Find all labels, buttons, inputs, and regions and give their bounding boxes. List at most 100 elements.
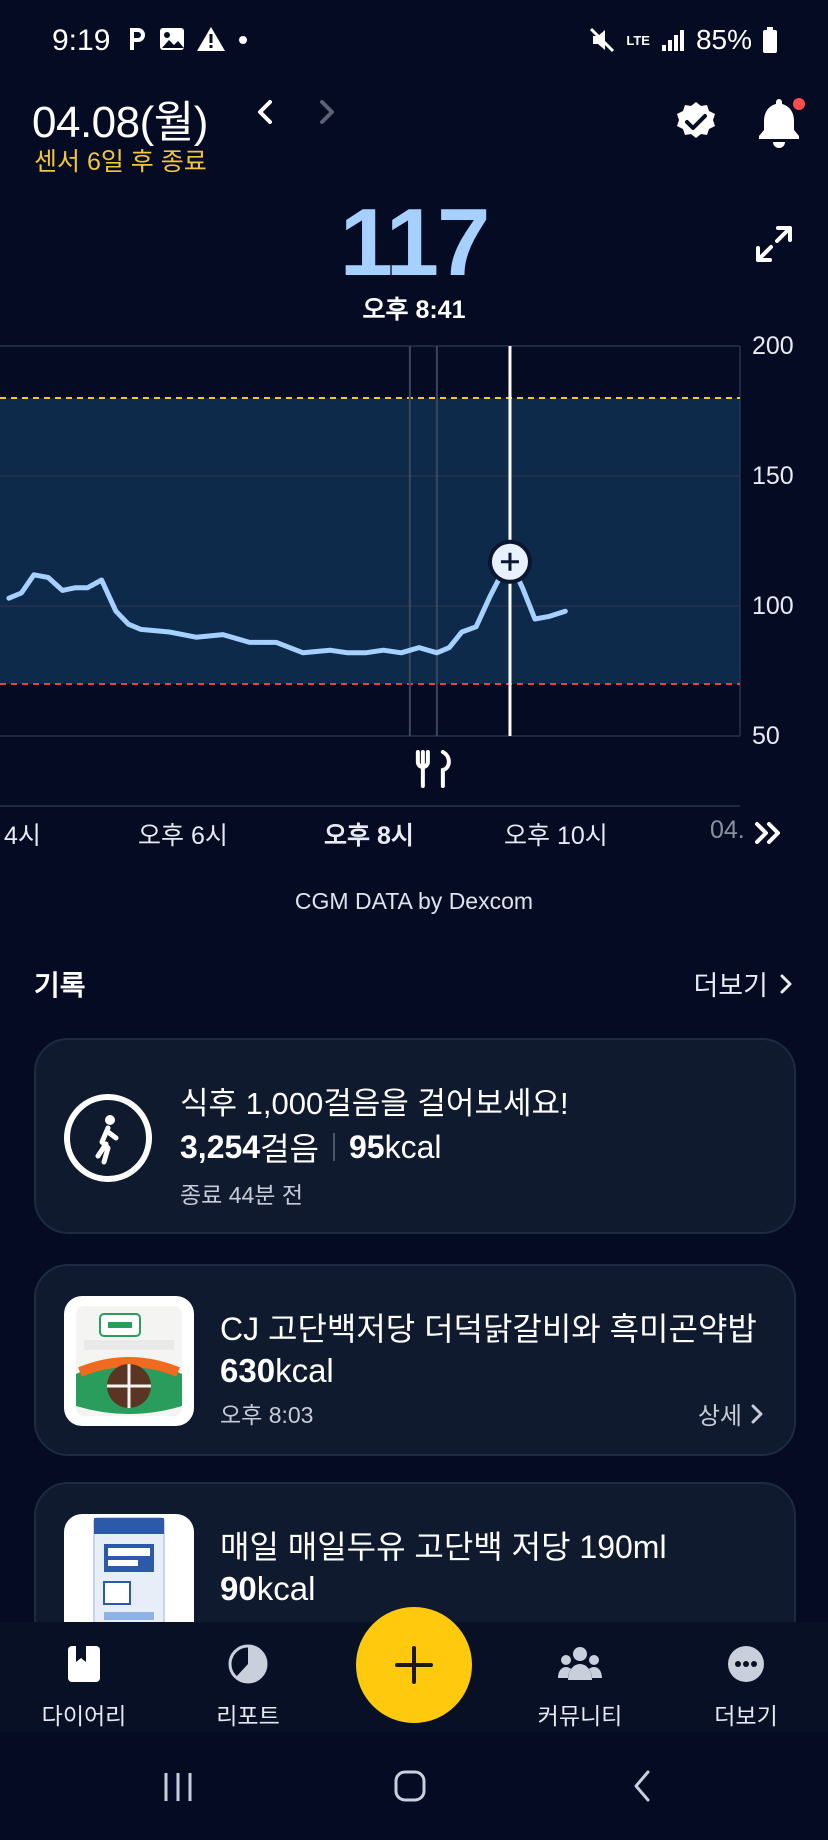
glucose-point — [46, 575, 50, 579]
glucose-point — [460, 630, 464, 634]
scroll-to-latest-icon[interactable] — [752, 818, 786, 848]
glucose-point — [114, 609, 118, 613]
glucose-point — [533, 617, 537, 621]
glucose-point — [488, 594, 492, 598]
glucose-point — [100, 578, 104, 582]
glucose-point — [32, 573, 36, 577]
y-tick-label: 50 — [752, 722, 780, 750]
food-kcal-unit: kcal — [275, 1352, 334, 1389]
glucose-chart[interactable] — [0, 330, 828, 870]
nav-report[interactable]: 리포트 — [178, 1644, 318, 1731]
walking-icon — [64, 1094, 152, 1182]
glucose-point — [60, 588, 64, 592]
food-kcal-unit: kcal — [256, 1570, 316, 1607]
x-tick-label: 오후 6시 — [138, 822, 228, 850]
glucose-point — [248, 640, 252, 644]
glucose-point — [474, 625, 478, 629]
nav-community[interactable]: 커뮤니티 — [510, 1644, 650, 1731]
food-kcal-value: 90 — [220, 1570, 257, 1607]
food-time: 오후 8:03 — [220, 1402, 314, 1428]
glucose-point — [274, 640, 278, 644]
glucose-point — [73, 586, 77, 590]
battery-icon — [763, 27, 777, 53]
glucose-point — [19, 591, 23, 595]
glucose-point — [167, 630, 171, 634]
glucose-point — [364, 651, 368, 655]
knife-icon — [440, 750, 451, 788]
plus-icon — [395, 1646, 433, 1684]
glucose-point — [520, 586, 524, 590]
lte-label: LTE — [626, 32, 650, 48]
glucose-point — [194, 635, 198, 639]
walk-kcal-unit: kcal — [384, 1128, 442, 1165]
food-name: CJ 고단백저당 더덕닭갈비와 흑미곤약밥 — [220, 1311, 757, 1347]
glucose-point — [7, 596, 11, 600]
food-card[interactable]: CJ 고단백저당 더덕닭갈비와 흑미곤약밥 630kcal 오후 8:03 상세 — [34, 1264, 796, 1456]
food-kcal: 630kcal — [220, 1352, 334, 1390]
records-title: 기록 — [34, 970, 86, 1001]
verified-badge-icon[interactable] — [674, 100, 718, 144]
walk-stats: 3,254 걸음 95 kcal — [180, 1124, 441, 1170]
y-tick-label: 150 — [752, 462, 794, 490]
chevron-right-icon — [751, 1404, 763, 1423]
x-tick-label: 4시 — [4, 822, 41, 850]
glucose-point — [563, 609, 567, 613]
nav-diary-label: 다이어리 — [41, 1703, 127, 1729]
glucose-point — [381, 648, 385, 652]
previous-day-icon[interactable] — [246, 92, 286, 132]
glucose-point — [435, 651, 439, 655]
cgm-credit: CGM DATA by Dexcom — [294, 888, 534, 914]
glucose-point — [301, 651, 305, 655]
expand-icon[interactable] — [752, 222, 796, 266]
date-row: 04.08(월) — [32, 86, 208, 150]
glucose-point — [328, 648, 332, 652]
recent-apps-icon[interactable] — [160, 1770, 196, 1804]
glucose-value: 117 — [339, 189, 491, 296]
food-name: 매일 매일두유 고단백 저당 190ml — [220, 1529, 667, 1565]
target-range-band — [0, 398, 740, 684]
notification-icons — [126, 26, 250, 52]
image-icon — [160, 28, 184, 50]
food-detail-link[interactable]: 상세 — [698, 1396, 764, 1431]
glucose-point — [139, 627, 143, 631]
warning-icon — [197, 27, 225, 51]
y-tick-label: 100 — [752, 592, 794, 620]
system-status: LTE 85% — [588, 24, 778, 56]
stat-divider — [332, 1133, 335, 1161]
food-kcal: 90kcal — [220, 1570, 315, 1608]
date-title: 04.08(월) — [32, 98, 208, 147]
steps-value: 3,254 — [180, 1128, 261, 1165]
y-tick-label: 200 — [752, 332, 794, 360]
walk-title: 식후 1,000걸음을 걸어보세요! — [180, 1086, 569, 1121]
add-record-button[interactable] — [356, 1607, 472, 1723]
glucose-point — [221, 633, 225, 637]
food-detail-label: 상세 — [697, 1403, 742, 1430]
community-icon — [558, 1647, 602, 1680]
dot-icon — [239, 36, 247, 44]
x-tick-label: 04. — [710, 816, 745, 844]
glucose-point — [447, 646, 451, 650]
glucose-point — [399, 651, 403, 655]
glucose-point — [346, 651, 350, 655]
mute-icon — [590, 27, 615, 53]
walk-kcal-value: 95 — [348, 1128, 385, 1165]
records-more-link[interactable]: 더보기 — [693, 964, 794, 1003]
chevron-right-icon — [780, 974, 792, 993]
p-app-icon — [130, 28, 145, 50]
walk-remaining: 종료 44분 전 — [180, 1182, 304, 1208]
nav-more[interactable]: 더보기 — [676, 1644, 816, 1731]
back-icon[interactable] — [628, 1768, 658, 1804]
notification-bell-icon[interactable] — [752, 96, 806, 148]
nav-diary[interactable]: 다이어리 — [14, 1644, 154, 1731]
records-more-label: 더보기 — [693, 971, 768, 1001]
home-icon[interactable] — [392, 1768, 428, 1804]
system-navigation-bar — [0, 1732, 828, 1840]
steps-unit: 걸음 — [260, 1131, 319, 1167]
glucose-point — [126, 622, 130, 626]
battery-percent: 85% — [695, 24, 752, 55]
food-image — [64, 1296, 194, 1426]
report-icon — [228, 1644, 268, 1684]
walk-card[interactable]: 식후 1,000걸음을 걸어보세요! 3,254 걸음 95 kcal 종료 4… — [34, 1038, 796, 1234]
more-dots-icon — [728, 1646, 764, 1682]
next-day-icon[interactable] — [306, 92, 346, 132]
